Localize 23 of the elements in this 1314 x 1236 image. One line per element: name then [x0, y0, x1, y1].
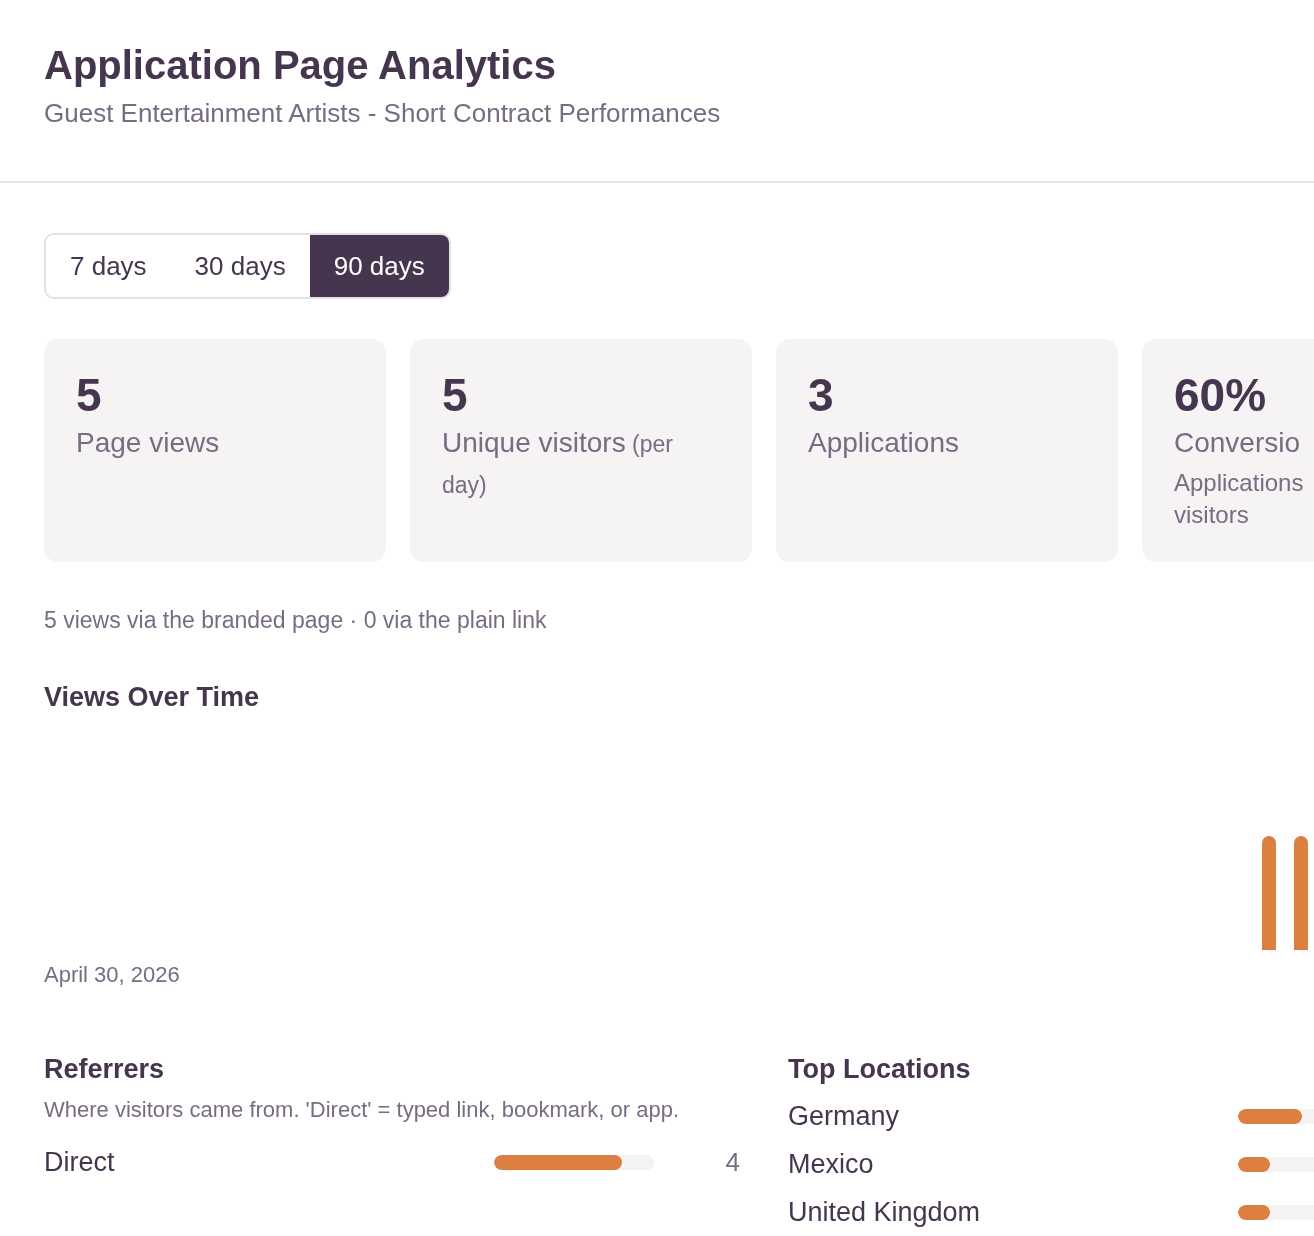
- section-description: Where visitors came from. 'Direct' = typed link, bookmark, or app.: [44, 1096, 680, 1124]
- stat-value: 5: [76, 368, 103, 423]
- stat-label: Applications: [808, 426, 960, 460]
- page-title: Application Page Analytics: [44, 42, 557, 89]
- stat-note: Applications visitors: [1174, 468, 1305, 530]
- referrer-name: Direct: [44, 1146, 116, 1178]
- stat-value: 60%: [1174, 368, 1268, 423]
- stat-value: 5: [442, 368, 469, 423]
- stat-label: Unique visitors (per day): [442, 426, 674, 500]
- date-label: April 30, 2026: [44, 961, 181, 989]
- section-title: Views Over Time: [44, 681, 261, 714]
- section-title: Referrers: [44, 1053, 166, 1086]
- location-name: Germany: [788, 1100, 901, 1132]
- stat-label: Page views: [76, 426, 221, 460]
- page-subtitle: Guest Entertainment Artists - Short Contract Performances: [44, 97, 722, 130]
- referrer-count: 4: [724, 1146, 740, 1178]
- stat-value: 3: [808, 368, 835, 423]
- traffic-note: 5 views via the branded page · 0 via the plain link: [44, 606, 548, 635]
- location-name: United Kingdom: [788, 1196, 982, 1228]
- section-title: Top Locations: [788, 1053, 972, 1086]
- stat-label: Conversio: [1174, 426, 1302, 460]
- location-name: Mexico: [788, 1148, 875, 1180]
- range-tab[interactable]: 90 days: [309, 235, 449, 297]
